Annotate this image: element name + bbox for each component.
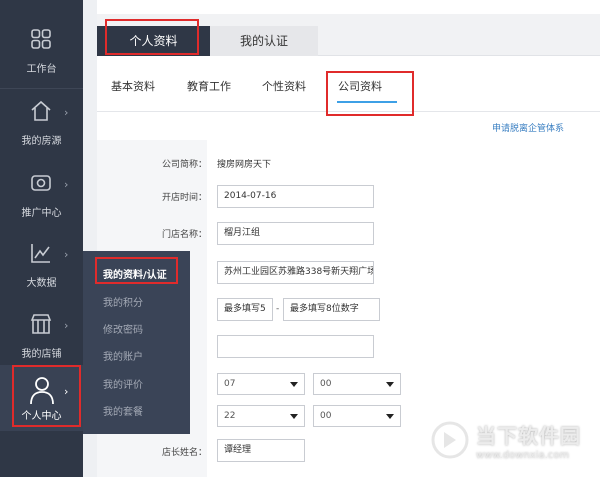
- sub-tabs: 基本资料 教育工作 个性资料 公司资料: [97, 56, 600, 112]
- submenu-item-profile-certification[interactable]: 我的资料/认证: [103, 266, 167, 281]
- sidebar-item-promotion[interactable]: 推广中心 ›: [0, 152, 83, 222]
- promote-icon: [29, 171, 53, 195]
- sidebar-item-personal-center[interactable]: 个人中心 ›: [0, 365, 83, 431]
- chevron-right-icon: ›: [64, 248, 69, 261]
- personal-center-submenu: 我的资料/认证 我的积分 修改密码 我的账户 我的评价 我的套餐: [83, 251, 190, 434]
- chevron-right-icon: ›: [64, 178, 69, 191]
- address-field[interactable]: 苏州工业园区苏雅路338号新天翔广场: [217, 261, 374, 284]
- sidebar-item-store[interactable]: 我的店铺 ›: [0, 293, 83, 363]
- sidebar-item-label: 工作台: [26, 64, 57, 75]
- close-hour-value: 22: [224, 411, 236, 421]
- chart-icon: [29, 241, 53, 265]
- open-minute-select[interactable]: 00: [313, 373, 401, 395]
- sidebar-item-workbench[interactable]: 工作台: [0, 8, 83, 78]
- close-minute-select[interactable]: 00: [313, 405, 401, 427]
- tab-profile[interactable]: 个人资料: [97, 26, 210, 56]
- sidebar-item-label: 个人中心: [21, 411, 62, 422]
- sidebar-item-label: 我的店铺: [21, 349, 62, 360]
- close-minute-value: 00: [320, 411, 332, 421]
- store-name-field[interactable]: 榴月江组: [217, 222, 374, 245]
- sidebar-item-listings[interactable]: 我的房源 ›: [0, 80, 83, 150]
- tab-certification[interactable]: 我的认证: [210, 26, 318, 56]
- open-hour-value: 07: [224, 379, 236, 389]
- grid-icon: [29, 27, 53, 51]
- store-name-label: 门店名称：: [161, 230, 207, 240]
- phone-dash: -: [276, 304, 280, 314]
- phone-area-code-field[interactable]: 最多填写5: [217, 298, 273, 321]
- submenu-item-points[interactable]: 我的积分: [103, 294, 143, 309]
- store-icon: [29, 312, 53, 336]
- sidebar: 工作台 我的房源 › 推广中心 › 大数据 › 我的店铺 › 个人中心 ›: [0, 0, 83, 477]
- submenu-item-change-password[interactable]: 修改密码: [103, 321, 143, 336]
- submenu-item-account[interactable]: 我的账户: [103, 348, 143, 363]
- company-value: 搜房网房天下: [217, 160, 272, 170]
- phone-number-field[interactable]: 最多填写8位数字: [283, 298, 380, 321]
- manager-label: 店长姓名：: [161, 448, 207, 458]
- caret-down-icon: [290, 414, 298, 419]
- subtab-company[interactable]: 公司资料: [338, 78, 382, 94]
- user-icon: [29, 375, 55, 405]
- empty-field[interactable]: [217, 335, 374, 358]
- sidebar-item-label: 大数据: [26, 278, 57, 289]
- caret-down-icon: [386, 414, 394, 419]
- open-date-field[interactable]: 2014-07-16: [217, 185, 374, 208]
- submenu-item-package[interactable]: 我的套餐: [103, 403, 143, 418]
- sidebar-item-label: 我的房源: [21, 136, 62, 147]
- subtab-basic[interactable]: 基本资料: [111, 78, 155, 94]
- top-tabs: 个人资料 我的认证: [97, 14, 600, 56]
- manager-name-field[interactable]: 谭经理: [217, 439, 305, 462]
- subtab-personality[interactable]: 个性资料: [262, 78, 306, 94]
- watermark-url: www.downxia.com: [476, 450, 570, 461]
- close-hour-select[interactable]: 22: [217, 405, 305, 427]
- caret-down-icon: [290, 382, 298, 387]
- active-tab-indicator: [337, 101, 397, 103]
- chevron-right-icon: ›: [64, 385, 69, 398]
- submenu-item-reviews[interactable]: 我的评价: [103, 376, 143, 391]
- sidebar-item-bigdata[interactable]: 大数据 ›: [0, 222, 83, 292]
- subtab-education[interactable]: 教育工作: [187, 78, 231, 94]
- apply-leave-link[interactable]: 申请脱离企管体系: [492, 121, 564, 134]
- caret-down-icon: [386, 382, 394, 387]
- house-icon: [29, 99, 53, 123]
- watermark-logo-icon: [430, 420, 470, 460]
- open-minute-value: 00: [320, 379, 332, 389]
- chevron-right-icon: ›: [64, 319, 69, 332]
- open-hour-select[interactable]: 07: [217, 373, 305, 395]
- open-date-label: 开店时间：: [161, 193, 207, 203]
- watermark-text: 当下软件园: [476, 424, 581, 448]
- sidebar-item-label: 推广中心: [21, 208, 62, 219]
- chevron-right-icon: ›: [64, 106, 69, 119]
- company-label: 公司简称：: [161, 160, 207, 170]
- watermark: 当下软件园 www.downxia.com: [430, 418, 600, 477]
